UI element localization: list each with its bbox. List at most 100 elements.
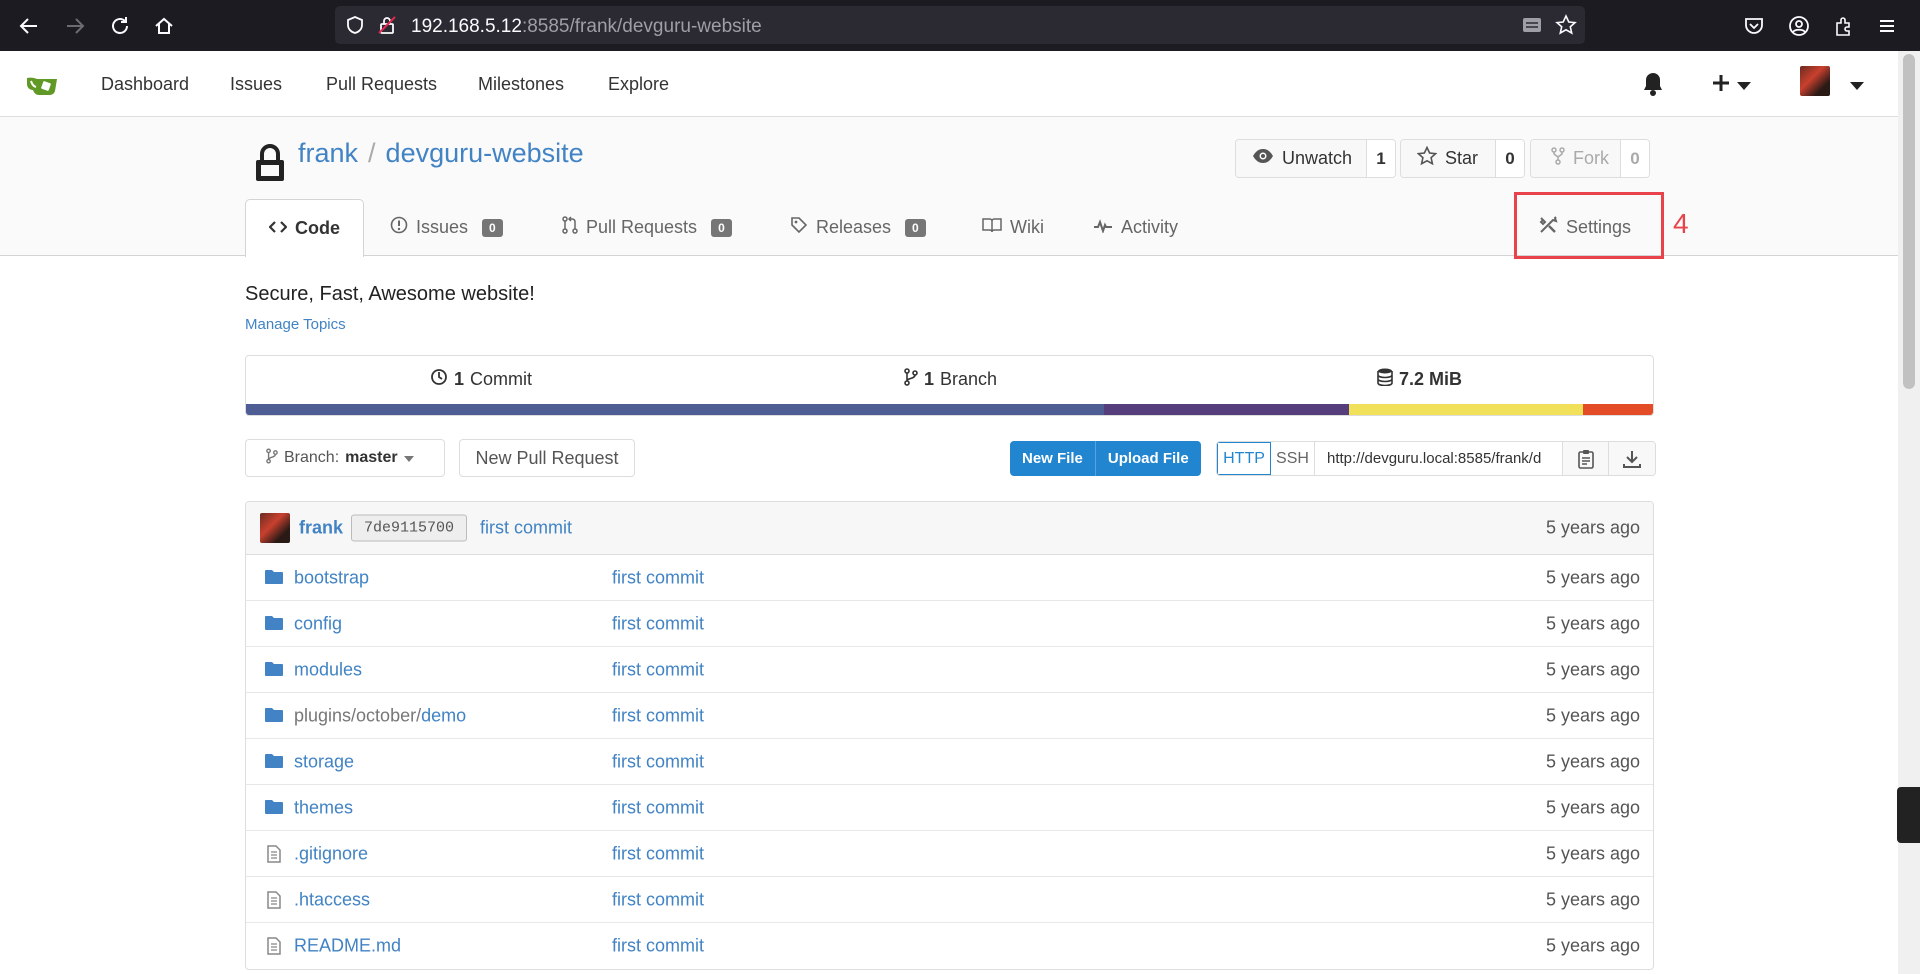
copy-clipboard-icon[interactable] <box>1563 442 1609 475</box>
shield-icon <box>345 15 365 40</box>
ssh-toggle[interactable]: SSH <box>1271 442 1315 475</box>
issues-count-badge: 0 <box>482 218 503 237</box>
tab-activity[interactable]: Activity <box>1093 199 1178 256</box>
file-age: 5 years ago <box>1545 797 1640 817</box>
file-commit-message-link[interactable]: first commit <box>612 751 704 772</box>
language-segment <box>1582 404 1653 415</box>
file-name[interactable]: themes <box>294 797 353 817</box>
new-pull-request-button[interactable]: New Pull Request <box>459 439 635 477</box>
download-icon[interactable] <box>1609 442 1655 475</box>
file-name-link[interactable]: modules <box>294 659 362 680</box>
tab-wiki[interactable]: Wiki <box>982 199 1044 256</box>
branches-stat[interactable]: 1 Branch <box>904 368 997 391</box>
file-commit-message-link[interactable]: first commit <box>612 567 704 588</box>
notifications-bell-icon[interactable] <box>1642 71 1664 102</box>
nav-pull-requests[interactable]: Pull Requests <box>326 74 437 95</box>
releases-count-badge: 0 <box>905 218 926 237</box>
nav-dashboard[interactable]: Dashboard <box>101 74 189 95</box>
watch-count[interactable]: 1 <box>1367 140 1395 177</box>
file-commit-message-link[interactable]: first commit <box>612 889 704 910</box>
file-commit-message-link[interactable]: first commit <box>612 659 704 680</box>
file-name-link[interactable]: bootstrap <box>294 567 369 588</box>
file-name[interactable]: .gitignore <box>294 843 368 863</box>
file-name-link[interactable]: .gitignore <box>294 843 368 864</box>
scrollbar-thumb[interactable] <box>1903 54 1915 389</box>
menu-icon[interactable] <box>1873 12 1901 40</box>
path-prefix: plugins/october/ <box>294 705 422 725</box>
address-bar[interactable]: 192.168.5.12:8585/frank/devguru-website <box>335 6 1585 44</box>
nav-issues[interactable]: Issues <box>230 74 282 95</box>
file-name[interactable]: modules <box>294 659 362 679</box>
file-name-link[interactable]: README.md <box>294 936 401 957</box>
side-panel-handle[interactable] <box>1897 787 1920 843</box>
unwatch-button[interactable]: Unwatch <box>1236 140 1367 177</box>
file-commit-message-link[interactable]: first commit <box>612 797 704 818</box>
commits-stat[interactable]: 1 Commit <box>430 368 532 391</box>
file-name[interactable]: .htaccess <box>294 889 370 909</box>
file-commit-message-link[interactable]: first commit <box>612 613 704 634</box>
fork-button[interactable]: Fork <box>1531 140 1621 177</box>
language-bar[interactable] <box>246 404 1653 415</box>
repo-name-link[interactable]: devguru-website <box>386 138 584 168</box>
star-count[interactable]: 0 <box>1496 140 1524 177</box>
gitea-logo-icon[interactable] <box>25 73 63 102</box>
reader-view-icon[interactable] <box>1521 15 1543 40</box>
commit-author-link[interactable]: frank <box>299 518 343 539</box>
account-icon[interactable] <box>1785 12 1813 40</box>
manage-topics-link[interactable]: Manage Topics <box>245 316 346 333</box>
reload-icon[interactable] <box>106 12 134 40</box>
file-name[interactable]: bootstrap <box>294 567 369 587</box>
table-row: modules first commit 5 years ago <box>246 647 1653 693</box>
file-name-link[interactable]: themes <box>294 797 353 818</box>
file-name[interactable]: README.md <box>294 936 401 956</box>
bookmark-star-icon[interactable] <box>1555 14 1577 41</box>
nav-milestones[interactable]: Milestones <box>478 74 564 95</box>
forward-icon[interactable] <box>61 12 89 40</box>
extensions-icon[interactable] <box>1829 12 1857 40</box>
tab-releases[interactable]: Releases 0 <box>790 199 926 256</box>
http-toggle[interactable]: HTTP <box>1217 442 1271 475</box>
table-row: .htaccess first commit 5 years ago <box>246 877 1653 923</box>
tab-issues[interactable]: Issues 0 <box>390 199 503 256</box>
file-name-link[interactable]: .htaccess <box>294 889 370 910</box>
nav-explore[interactable]: Explore <box>608 74 669 95</box>
commit-sha-button[interactable]: 7de9115700 <box>351 514 468 542</box>
latest-commit-row: frank 7de9115700 first commit 5 years ag… <box>246 502 1653 555</box>
tab-code[interactable]: Code <box>245 199 364 257</box>
back-icon[interactable] <box>15 12 43 40</box>
star-button-group: Star 0 <box>1400 139 1525 178</box>
eye-icon <box>1252 148 1274 169</box>
upload-file-button[interactable]: Upload File <box>1096 441 1201 476</box>
star-button[interactable]: Star <box>1401 140 1496 177</box>
avatar[interactable] <box>1800 66 1830 96</box>
file-name[interactable]: demo <box>421 705 466 725</box>
file-name-link[interactable]: plugins/october/demo <box>294 705 466 726</box>
author-avatar[interactable] <box>260 513 290 543</box>
create-plus-icon[interactable] <box>1711 73 1731 98</box>
table-row: bootstrap first commit 5 years ago <box>246 555 1653 601</box>
repo-owner-link[interactable]: frank <box>298 138 358 168</box>
language-segment <box>246 404 1105 415</box>
database-icon <box>1377 368 1393 391</box>
file-name-link[interactable]: storage <box>294 751 354 772</box>
file-commit-message-link[interactable]: first commit <box>612 936 704 957</box>
fork-count[interactable]: 0 <box>1621 140 1649 177</box>
branch-dropdown[interactable]: Branch: master <box>245 439 445 477</box>
clone-url-input[interactable]: http://devguru.local:8585/frank/d <box>1315 442 1563 475</box>
tab-pull-requests[interactable]: Pull Requests 0 <box>562 199 732 256</box>
pocket-icon[interactable] <box>1740 12 1768 40</box>
home-icon[interactable] <box>150 12 178 40</box>
file-commit-message-link[interactable]: first commit <box>612 705 704 726</box>
chevron-down-icon[interactable] <box>1736 78 1752 96</box>
commit-message-link[interactable]: first commit <box>480 518 572 539</box>
file-name[interactable]: storage <box>294 751 354 771</box>
file-age: 5 years ago <box>1545 889 1640 909</box>
annotation-number: 4 <box>1673 208 1689 239</box>
new-file-button[interactable]: New File <box>1010 441 1096 476</box>
table-row: plugins/october/demo first commit 5 years … <box>246 693 1653 739</box>
file-name[interactable]: config <box>294 613 342 633</box>
chevron-down-icon[interactable] <box>1849 78 1865 96</box>
pulse-icon <box>1093 217 1113 238</box>
file-name-link[interactable]: config <box>294 613 342 634</box>
file-commit-message-link[interactable]: first commit <box>612 843 704 864</box>
